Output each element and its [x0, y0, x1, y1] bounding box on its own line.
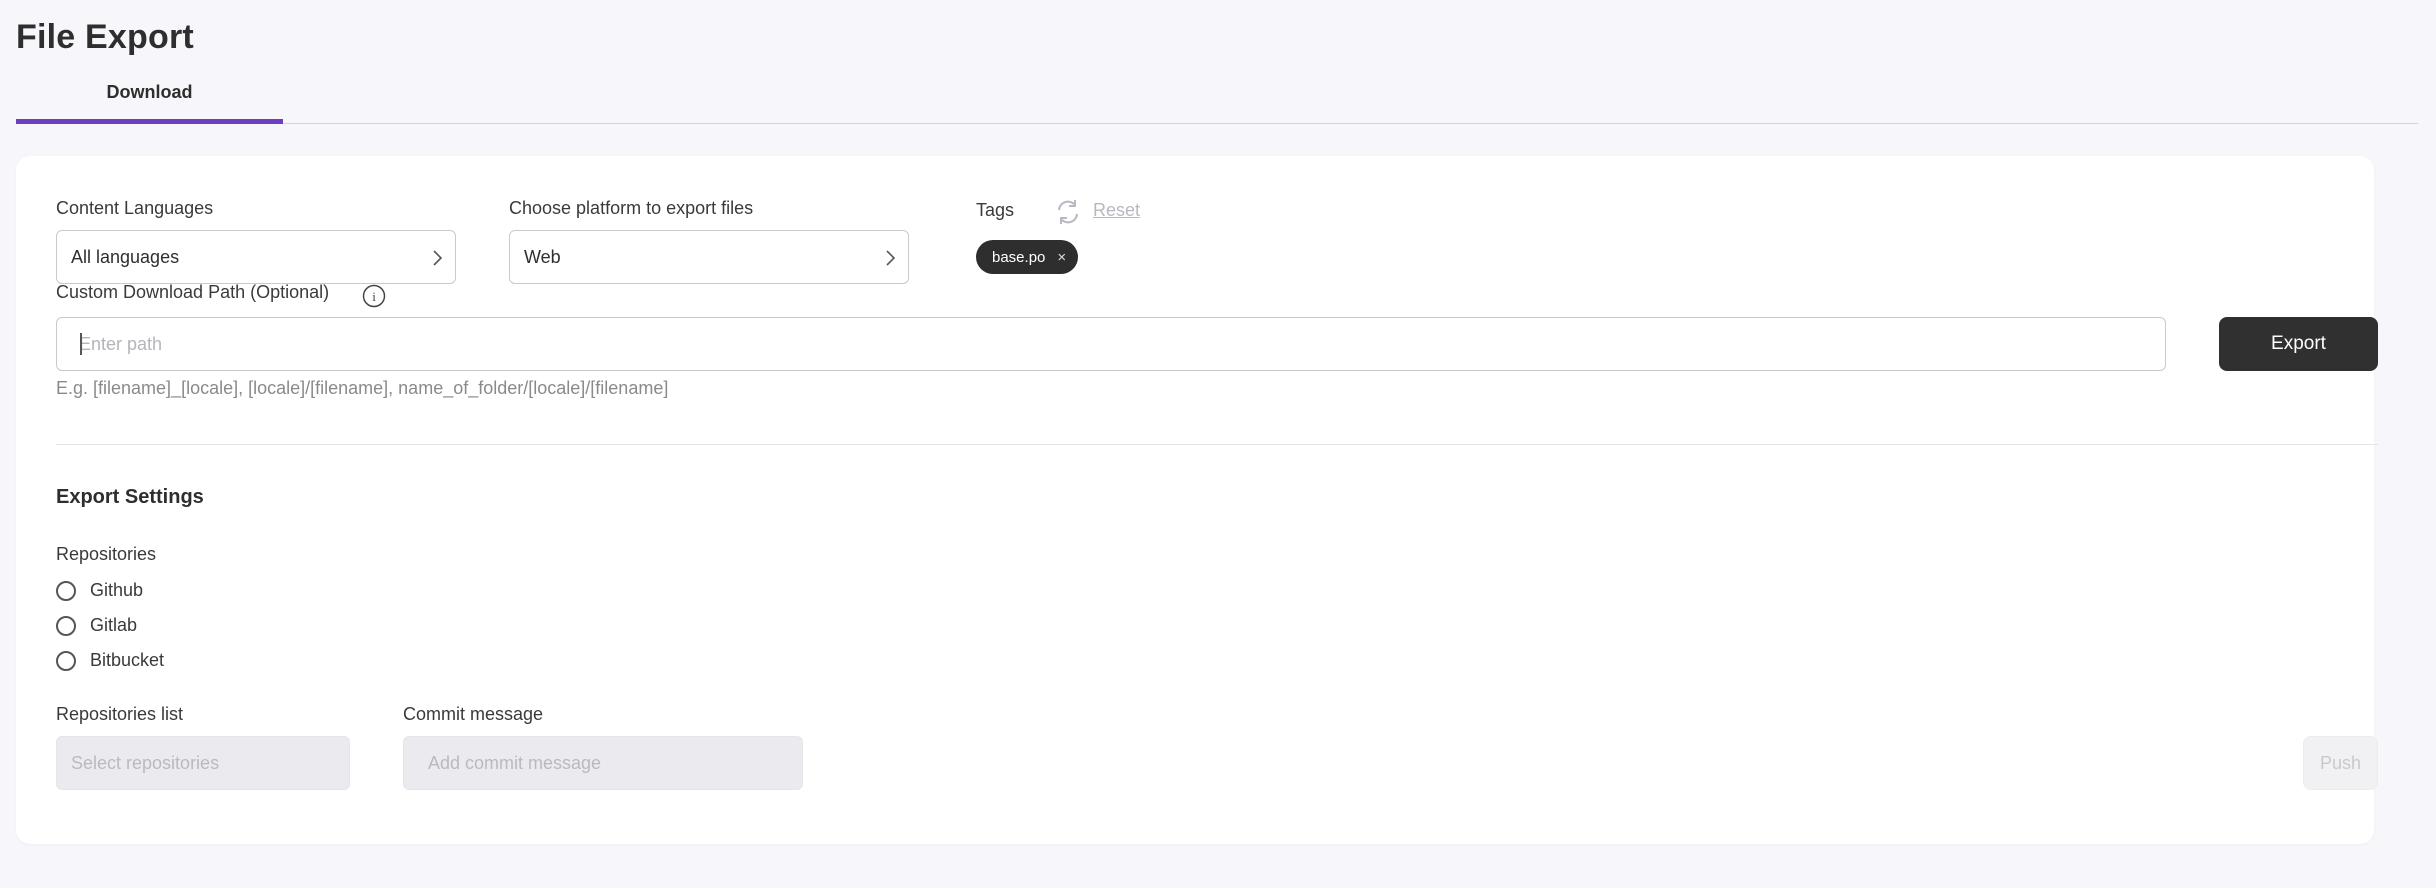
content-languages-select[interactable]: All languages — [56, 230, 456, 284]
repositories-label: Repositories — [56, 544, 157, 564]
radio-label: Gitlab — [90, 615, 138, 635]
platform-value: Web — [524, 246, 561, 267]
tab-download[interactable]: Download — [16, 82, 283, 124]
export-button[interactable]: Export — [2219, 317, 2378, 371]
page-title: File Export — [16, 18, 194, 56]
content-languages-value: All languages — [71, 246, 180, 267]
radio-circle[interactable] — [56, 650, 76, 671]
push-button: Push — [2303, 736, 2378, 790]
export-settings-title: Export Settings — [56, 486, 204, 508]
radio-circle[interactable] — [56, 580, 76, 601]
radio-gitlab[interactable]: Gitlab — [56, 615, 137, 636]
repositories-select: Select repositories — [56, 736, 350, 790]
info-icon-glyph: i — [372, 289, 376, 304]
custom-path-input[interactable] — [56, 317, 2166, 371]
chevron-right-icon — [886, 250, 896, 266]
radio-label: Bitbucket — [90, 650, 165, 670]
repositories-list-label: Repositories list — [56, 704, 184, 724]
tags-label: Tags — [976, 200, 1015, 220]
tag-remove-icon[interactable]: × — [1057, 249, 1066, 266]
tag-chip: base.po × — [976, 240, 1079, 274]
reset-link[interactable]: Reset — [1093, 200, 1140, 221]
commit-message-input: Add commit message — [403, 736, 803, 790]
platform-select[interactable]: Web — [509, 230, 909, 284]
radio-bitbucket[interactable]: Bitbucket — [56, 650, 164, 671]
custom-path-hint: E.g. [filename]_[locale], [locale]/[file… — [56, 378, 669, 398]
radio-label: Github — [90, 580, 144, 600]
content-languages-label: Content Languages — [56, 198, 214, 218]
custom-path-label: Custom Download Path (Optional) — [56, 282, 330, 302]
radio-circle[interactable] — [56, 615, 76, 636]
commit-message-label: Commit message — [403, 704, 544, 724]
chevron-right-icon — [433, 250, 443, 266]
tag-chip-label: base.po — [992, 248, 1046, 266]
tab-bar: Download — [16, 82, 2418, 124]
info-icon[interactable]: i — [362, 284, 386, 308]
refresh-icon[interactable] — [1054, 198, 1082, 226]
radio-github[interactable]: Github — [56, 580, 143, 601]
platform-label: Choose platform to export files — [509, 198, 754, 218]
export-card: Content Languages All languages Choose p… — [16, 156, 2378, 844]
section-divider — [56, 444, 2378, 445]
text-caret — [80, 333, 82, 355]
